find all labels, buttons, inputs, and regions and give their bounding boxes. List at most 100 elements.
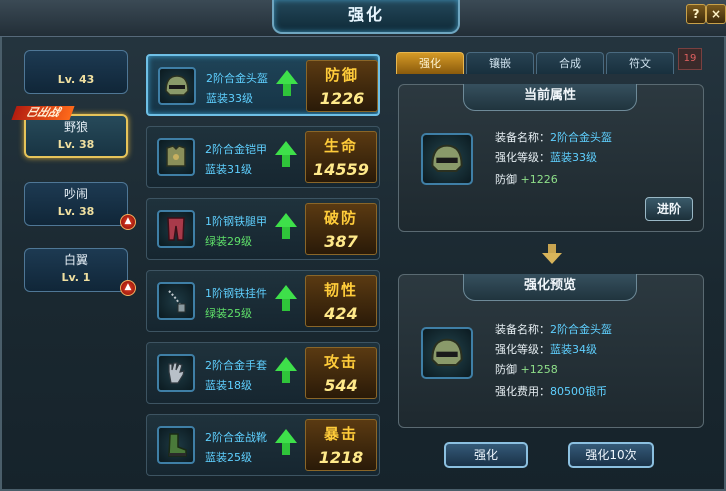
equipment-name: 2阶合金头盔: [206, 72, 268, 85]
stat-name: 韧性: [323, 281, 358, 299]
stat-value: 1218: [318, 448, 364, 467]
stat-value: 1226: [319, 89, 365, 108]
upgrade-arrow-icon: [275, 357, 297, 371]
stat-panel: 破防 387: [305, 203, 377, 255]
upgrade-arrow-icon: [275, 141, 297, 155]
character-level: Lv. 38: [57, 205, 95, 218]
upgrade-arrow-stem: [282, 227, 290, 239]
boot-icon: [157, 426, 195, 464]
stat-panel: 暴击 1218: [305, 419, 377, 471]
equipment-name: 1阶钢铁挂件: [205, 287, 267, 300]
stat-label: 防御: [495, 173, 517, 186]
character-card[interactable]: Lv. 43: [24, 50, 128, 94]
close-button[interactable]: ×: [706, 4, 726, 24]
stat-name: 暴击: [323, 425, 358, 443]
helmet-icon: [421, 133, 473, 185]
equipment-grade: 绿装25级: [205, 307, 252, 320]
level-label: 强化等级：: [495, 343, 550, 356]
current-attributes-header: 当前属性: [463, 84, 637, 111]
equipment-name: 1阶钢铁腿甲: [205, 215, 267, 228]
window-title: 强化: [272, 0, 460, 34]
help-button[interactable]: ?: [686, 4, 706, 24]
upgrade-badge-icon: ▲: [120, 280, 136, 296]
equipment-name: 2阶合金铠甲: [205, 143, 267, 156]
arrow-down-icon: [540, 242, 564, 270]
equipment-name: 2阶合金战靴: [205, 431, 267, 444]
equipment-row-boot[interactable]: 2阶合金战靴 蓝装25级 暴击 1218: [146, 414, 380, 476]
upgrade-arrow-stem: [282, 299, 290, 311]
equipment-grade: 蓝装33级: [206, 92, 253, 105]
advance-button[interactable]: 进阶: [645, 197, 693, 221]
preview-cost-line: 强化费用：80500银币: [495, 383, 607, 399]
upgrade-arrow-stem: [282, 155, 290, 167]
equipment-grade: 蓝装18级: [205, 379, 252, 392]
current-stat-line: 防御 +1226: [495, 171, 558, 187]
equipment-name: 2阶合金手套: [205, 359, 267, 372]
tab-compose[interactable]: 合成: [536, 52, 604, 74]
character-card-selected[interactable]: 野狼 Lv. 38: [24, 114, 128, 158]
character-name: 吵闹: [63, 187, 88, 201]
equipment-row-armor[interactable]: 2阶合金铠甲 蓝装31级 生命 14559: [146, 126, 380, 188]
stat-label: 防御: [495, 363, 517, 376]
upgrade-arrow-stem: [282, 371, 290, 383]
glove-icon: [157, 354, 195, 392]
level-value: 蓝装33级: [550, 151, 597, 164]
upgrade-arrow-icon: [275, 285, 297, 299]
title-bar: 强化 ? ×: [0, 0, 726, 37]
name-value: 2阶合金头盔: [550, 323, 612, 336]
upgrade-arrow-icon: [275, 213, 297, 227]
preview-level-line: 强化等级：蓝装34级: [495, 341, 597, 357]
equipment-row-pendant[interactable]: 1阶钢铁挂件 绿装25级 韧性 424: [146, 270, 380, 332]
stat-name: 攻击: [323, 353, 358, 371]
character-card[interactable]: 白翼 Lv. 1: [24, 248, 128, 292]
stat-value: 424: [324, 304, 358, 323]
stat-panel: 韧性 424: [305, 275, 377, 327]
equipment-grade: 蓝装31级: [205, 163, 252, 176]
character-card[interactable]: 吵闹 Lv. 38: [24, 182, 128, 226]
level-label: 强化等级：: [495, 151, 550, 164]
armor-icon: [157, 138, 195, 176]
preview-name-line: 装备名称：2阶合金头盔: [495, 321, 612, 337]
strengthen-button[interactable]: 强化: [444, 442, 528, 468]
preview-stat-line: 防御 +1258: [495, 361, 558, 377]
upgrade-arrow-stem: [283, 84, 291, 96]
name-label: 装备名称：: [495, 323, 550, 336]
upgrade-badge-icon: ▲: [120, 214, 136, 230]
tab-count-badge: 19: [678, 48, 702, 70]
stat-panel: 生命 14559: [305, 131, 377, 183]
helmet-icon: [158, 67, 196, 105]
stat-name: 破防: [323, 209, 358, 227]
equipment-row-helmet[interactable]: 2阶合金头盔 蓝装33级 防御 1226: [146, 54, 380, 116]
deployed-tag: 已出战: [11, 106, 75, 120]
stat-value: +1258: [520, 363, 558, 376]
character-name: [25, 55, 127, 70]
character-level: Lv. 43: [57, 73, 95, 86]
character-level: Lv. 1: [61, 271, 91, 284]
current-level-line: 强化等级：蓝装33级: [495, 149, 597, 165]
cost-label: 强化费用：: [495, 385, 550, 398]
tab-strengthen[interactable]: 强化: [396, 52, 464, 74]
equipment-row-glove[interactable]: 2阶合金手套 蓝装18级 攻击 544: [146, 342, 380, 404]
stat-name: 生命: [323, 137, 358, 155]
equipment-row-leg-armor[interactable]: 1阶钢铁腿甲 绿装29级 破防 387: [146, 198, 380, 260]
upgrade-arrow-icon: [275, 429, 297, 443]
equipment-grade: 绿装29级: [205, 235, 252, 248]
stat-panel: 防御 1226: [306, 60, 378, 112]
tab-inlay[interactable]: 镶嵌: [466, 52, 534, 74]
character-name: 野狼: [63, 120, 88, 134]
equipment-list: 2阶合金头盔 蓝装33级 防御 1226 2阶合金铠甲 蓝装31级 生命 145…: [142, 44, 386, 484]
strengthen-panel: 强化 镶嵌 合成 符文 19 当前属性 装备名称：2阶合金头盔 强化等级：蓝装3…: [392, 44, 716, 484]
name-value: 2阶合金头盔: [550, 131, 612, 144]
current-name-line: 装备名称：2阶合金头盔: [495, 129, 612, 145]
tab-rune[interactable]: 符文: [606, 52, 674, 74]
equipment-grade: 蓝装25级: [205, 451, 252, 464]
name-label: 装备名称：: [495, 131, 550, 144]
upgrade-arrow-stem: [282, 443, 290, 455]
stat-value: +1226: [520, 173, 558, 186]
strengthen-ten-button[interactable]: 强化10次: [568, 442, 654, 468]
pendant-icon: [157, 282, 195, 320]
strengthen-preview-box: 强化预览 装备名称：2阶合金头盔 强化等级：蓝装34级 防御 +1258 强化费…: [398, 274, 704, 428]
stat-name: 防御: [324, 66, 359, 84]
current-attributes-box: 当前属性 装备名称：2阶合金头盔 强化等级：蓝装33级 防御 +1226 进阶: [398, 84, 704, 232]
stat-panel: 攻击 544: [305, 347, 377, 399]
